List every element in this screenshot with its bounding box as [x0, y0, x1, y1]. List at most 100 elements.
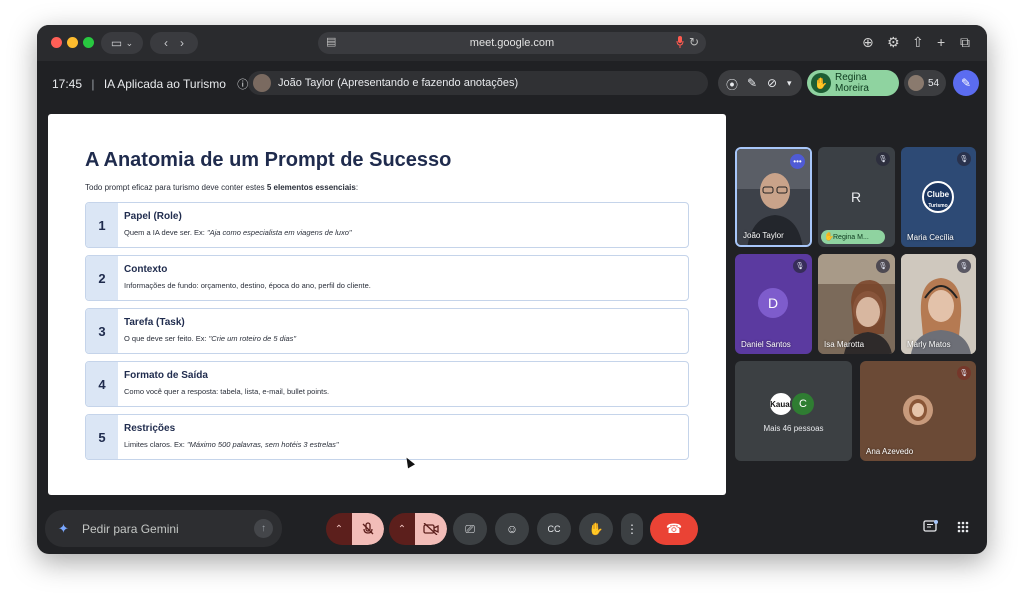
minimize-window-button[interactable] [67, 37, 78, 48]
presenter-status-pill[interactable]: João Taylor (Apresentando e fazendo anot… [248, 71, 708, 95]
gear-icon[interactable]: ⚙ [887, 34, 900, 50]
mic-off-icon: 🎙 [957, 259, 971, 273]
reactions-button[interactable]: ☺ [495, 513, 529, 545]
card-title: Restrições [124, 423, 176, 434]
gemini-prompt-input[interactable]: ✦ Pedir para Gemini ↑ [45, 510, 282, 547]
hang-up-icon: ☎ [665, 521, 683, 536]
mic-off-icon: 🎙 [876, 259, 890, 273]
card-number: 1 [86, 203, 118, 247]
share-icon[interactable]: ⇧ [912, 34, 924, 50]
camera-control: ⌃ [389, 513, 447, 545]
address-bar[interactable]: ▤ meet.google.com ↻ [318, 32, 706, 54]
card-title: Contexto [124, 264, 168, 275]
apps-grid-icon[interactable] [957, 520, 969, 536]
presenter-avatar [253, 74, 271, 92]
participant-tile-marly[interactable]: 🎙 Marly Matos [901, 254, 976, 354]
slide-title: A Anatomia de um Prompt de Sucesso [85, 149, 452, 171]
mic-off-icon: 🎙 [957, 152, 971, 166]
participant-name: Daniel Santos [741, 340, 791, 349]
download-icon[interactable]: ⊕ [862, 34, 874, 50]
card-title: Papel (Role) [124, 211, 182, 222]
sidebar-toggle-button[interactable]: ▭ ⌄ [101, 32, 143, 54]
more-vert-icon: ⋮ [626, 522, 638, 536]
captions-off-icon[interactable]: ⊘ [767, 76, 777, 90]
more-participants-label: Mais 46 pessoas [763, 424, 824, 433]
meeting-time: 17:45 [52, 77, 83, 91]
participant-tile-joao[interactable]: ••• João Taylor [735, 147, 812, 247]
participants-button[interactable]: 54 [904, 70, 946, 96]
participant-tile-daniel[interactable]: 🎙 D Daniel Santos [735, 254, 812, 354]
mic-recording-icon [676, 36, 684, 51]
emoji-icon: ☺ [505, 522, 519, 536]
record-icon[interactable]: ⦿ [726, 76, 738, 93]
info-icon[interactable]: ⓘ [237, 79, 248, 91]
camera-off-icon [423, 523, 439, 535]
participant-avatar: R [850, 189, 862, 205]
maximize-window-button[interactable] [83, 37, 94, 48]
participant-tile-isa[interactable]: 🎙 Isa Marotta [818, 254, 895, 354]
raised-hand-chip: ✋ Regina M... [821, 230, 885, 244]
tab-overview-icon[interactable]: ⧉ [960, 34, 970, 50]
card-number: 5 [86, 415, 118, 459]
camera-options-chevron-icon[interactable]: ⌃ [389, 513, 415, 545]
present-screen-icon: ⎚ [465, 521, 475, 536]
sidebar-icon: ▭ [110, 36, 123, 50]
back-button[interactable]: ‹ [164, 36, 168, 50]
prompt-element-card: 4 Formato de Saída Como você quer a resp… [85, 361, 689, 407]
card-number: 2 [86, 256, 118, 300]
participant-name: Marly Matos [907, 340, 951, 349]
annotation-tool-button[interactable]: ✎ [953, 70, 979, 96]
participant-tile-ana[interactable]: 🎙 Ana Azevedo [860, 361, 976, 461]
meeting-title: IA Aplicada ao Turismo [103, 77, 226, 91]
mic-off-icon: 🎙 [876, 152, 890, 166]
page-settings-icon[interactable]: ▤ [326, 35, 336, 48]
raised-hand-name: Regina Moreira [835, 72, 869, 94]
new-tab-icon[interactable]: + [937, 34, 945, 50]
captions-button[interactable]: CC [537, 513, 571, 545]
present-screen-button[interactable]: ⎚ [453, 513, 487, 545]
participant-avatar [903, 395, 933, 425]
mic-off-button[interactable] [352, 513, 384, 545]
participant-name: Maria Cecília [907, 233, 954, 242]
url-text: meet.google.com [469, 37, 555, 49]
browser-window: ▭ ⌄ ‹ › ▤ meet.google.com ↻ ⊕ ⚙ ⇧ + ⧉ 17… [37, 25, 987, 554]
microphone-control: ⌃ [326, 513, 384, 545]
gemini-sparkle-icon: ✦ [58, 521, 69, 536]
card-description: Limites claros. Ex: "Máximo 500 palavras… [124, 440, 339, 449]
more-options-icon[interactable]: ••• [790, 154, 805, 169]
participant-name: Ana Azevedo [866, 447, 914, 456]
mic-off-icon [362, 522, 374, 535]
chat-icon[interactable] [923, 520, 938, 537]
send-arrow-icon[interactable]: ↑ [254, 519, 273, 538]
raise-hand-button[interactable]: ✋ [579, 513, 613, 545]
more-options-button[interactable]: ⋮ [621, 513, 643, 545]
reload-icon[interactable]: ↻ [689, 35, 699, 49]
camera-off-button[interactable] [415, 513, 447, 545]
chevron-down-icon: ⌄ [125, 37, 134, 48]
participants-avatar [908, 75, 924, 91]
raised-hand-icon: ✋ [824, 232, 834, 241]
raised-hand-icon: ✋ [811, 73, 831, 93]
presenter-status-text: João Taylor (Apresentando e fazendo anot… [278, 77, 519, 89]
participant-tile-maria[interactable]: 🎙 Clube Turismo Maria Cecília [901, 147, 976, 247]
gemini-placeholder: Pedir para Gemini [82, 521, 179, 536]
participant-tile-regina[interactable]: 🎙 R ✋ Regina M... [818, 147, 895, 247]
forward-button[interactable]: › [180, 36, 184, 50]
raised-hand-pill[interactable]: ✋ Regina Moreira [807, 70, 899, 96]
hand-icon: ✋ [588, 522, 604, 536]
mic-off-icon: 🎙 [793, 259, 807, 273]
card-title: Tarefa (Task) [124, 317, 185, 328]
participant-avatar: D [758, 288, 788, 318]
prompt-element-card: 2 Contexto Informações de fundo: orçamen… [85, 255, 689, 301]
close-window-button[interactable] [51, 37, 62, 48]
meeting-header: 17:45 | IA Aplicada ao Turismo ⓘ [52, 77, 249, 91]
leave-call-button[interactable]: ☎ [650, 513, 698, 545]
card-description: Como você quer a resposta: tabela, lista… [124, 387, 330, 396]
chevron-down-icon[interactable]: ▾ [787, 78, 792, 89]
more-participants-tile[interactable]: Kauai C Mais 46 pessoas [735, 361, 852, 461]
host-controls: ⦿ ✎ ⊘ ▾ [718, 70, 802, 96]
mic-options-chevron-icon[interactable]: ⌃ [326, 513, 352, 545]
activities-icon[interactable]: ✎ [747, 76, 757, 90]
participant-name: Isa Marotta [824, 340, 865, 349]
clube-turismo-logo: Clube Turismo [922, 181, 954, 213]
